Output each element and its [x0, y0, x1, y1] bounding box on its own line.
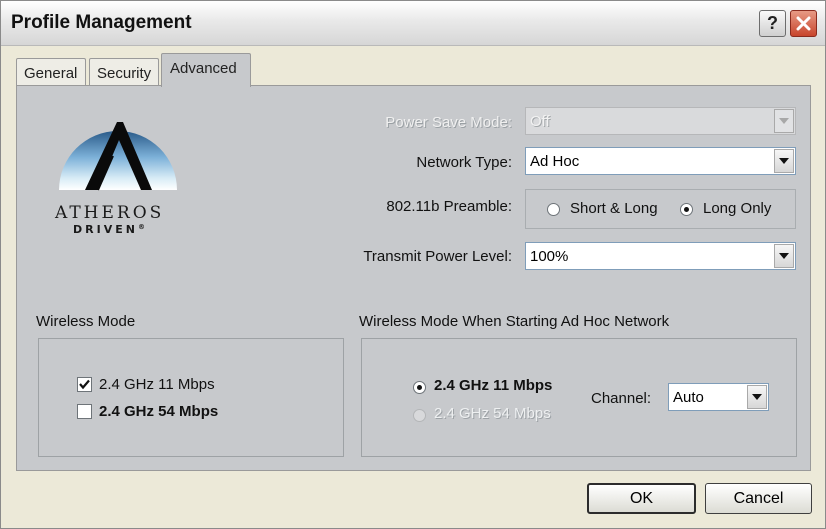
close-icon [796, 16, 811, 31]
chevron-down-icon [779, 158, 789, 164]
adhoc-54mbps-radio [413, 409, 426, 422]
help-icon: ? [767, 13, 778, 33]
transmit-power-value: 100% [530, 248, 569, 265]
chevron-down-icon [752, 394, 762, 400]
preamble-group: Short & Long Long Only [525, 189, 796, 229]
chevron-down-icon [779, 118, 789, 124]
adhoc-54mbps-label: 2.4 GHz 54 Mbps [434, 405, 551, 422]
power-save-select: Off [525, 107, 796, 135]
network-type-dropdown-arrow[interactable] [774, 149, 794, 173]
wireless-mode-11mbps-checkbox[interactable] [77, 377, 92, 392]
channel-dropdown-arrow[interactable] [747, 385, 767, 409]
transmit-power-select[interactable]: 100% [525, 242, 796, 270]
chevron-down-icon [779, 253, 789, 259]
title-bar[interactable]: Profile Management ? [1, 1, 825, 46]
window-title: Profile Management [11, 12, 192, 33]
preamble-short-long-radio[interactable] [547, 203, 560, 216]
logo-text-atheros: ATHEROS [55, 203, 165, 223]
channel-select[interactable]: Auto [668, 383, 769, 411]
network-type-select[interactable]: Ad Hoc [525, 147, 796, 175]
wireless-mode-54mbps-checkbox[interactable] [77, 404, 92, 419]
preamble-label: 802.11b Preamble: [386, 198, 512, 215]
transmit-power-label: Transmit Power Level: [363, 248, 512, 265]
wireless-mode-title: Wireless Mode [36, 313, 136, 330]
tab-general[interactable]: General [16, 58, 86, 85]
advanced-panel: ATHEROS DRIVEN® Power Save Mode: Off Net… [16, 85, 811, 471]
ok-button[interactable]: OK [587, 483, 696, 514]
network-type-value: Ad Hoc [530, 153, 580, 170]
tab-security[interactable]: Security [89, 58, 159, 85]
profile-management-window: Profile Management ? General Security Ad… [0, 0, 826, 529]
wireless-mode-11mbps-label: 2.4 GHz 11 Mbps [99, 376, 215, 393]
channel-value: Auto [673, 389, 704, 406]
help-button[interactable]: ? [759, 10, 786, 37]
transmit-power-dropdown-arrow[interactable] [774, 244, 794, 268]
logo-text-driven: DRIVEN® [73, 223, 148, 236]
channel-label: Channel: [591, 390, 652, 407]
adhoc-mode-title: Wireless Mode When Starting Ad Hoc Netwo… [359, 313, 670, 330]
checkmark-icon [79, 379, 90, 390]
adhoc-mode-group: 2.4 GHz 11 Mbps 2.4 GHz 54 Mbps Channel:… [361, 338, 797, 457]
adhoc-11mbps-radio[interactable] [413, 381, 426, 394]
power-save-value: Off [530, 113, 550, 130]
power-save-dropdown-arrow [774, 109, 794, 133]
adhoc-11mbps-label: 2.4 GHz 11 Mbps [434, 377, 553, 394]
preamble-long-only-label: Long Only [703, 200, 772, 217]
preamble-long-only-radio[interactable] [680, 203, 693, 216]
power-save-label: Power Save Mode: [385, 114, 512, 131]
cancel-button[interactable]: Cancel [705, 483, 812, 514]
wireless-mode-54mbps-label: 2.4 GHz 54 Mbps [99, 403, 219, 420]
wireless-mode-group: 2.4 GHz 11 Mbps 2.4 GHz 54 Mbps [38, 338, 344, 457]
network-type-label: Network Type: [416, 154, 512, 171]
close-button[interactable] [790, 10, 817, 37]
tab-advanced[interactable]: Advanced [161, 53, 251, 87]
preamble-short-long-label: Short & Long [570, 200, 658, 217]
